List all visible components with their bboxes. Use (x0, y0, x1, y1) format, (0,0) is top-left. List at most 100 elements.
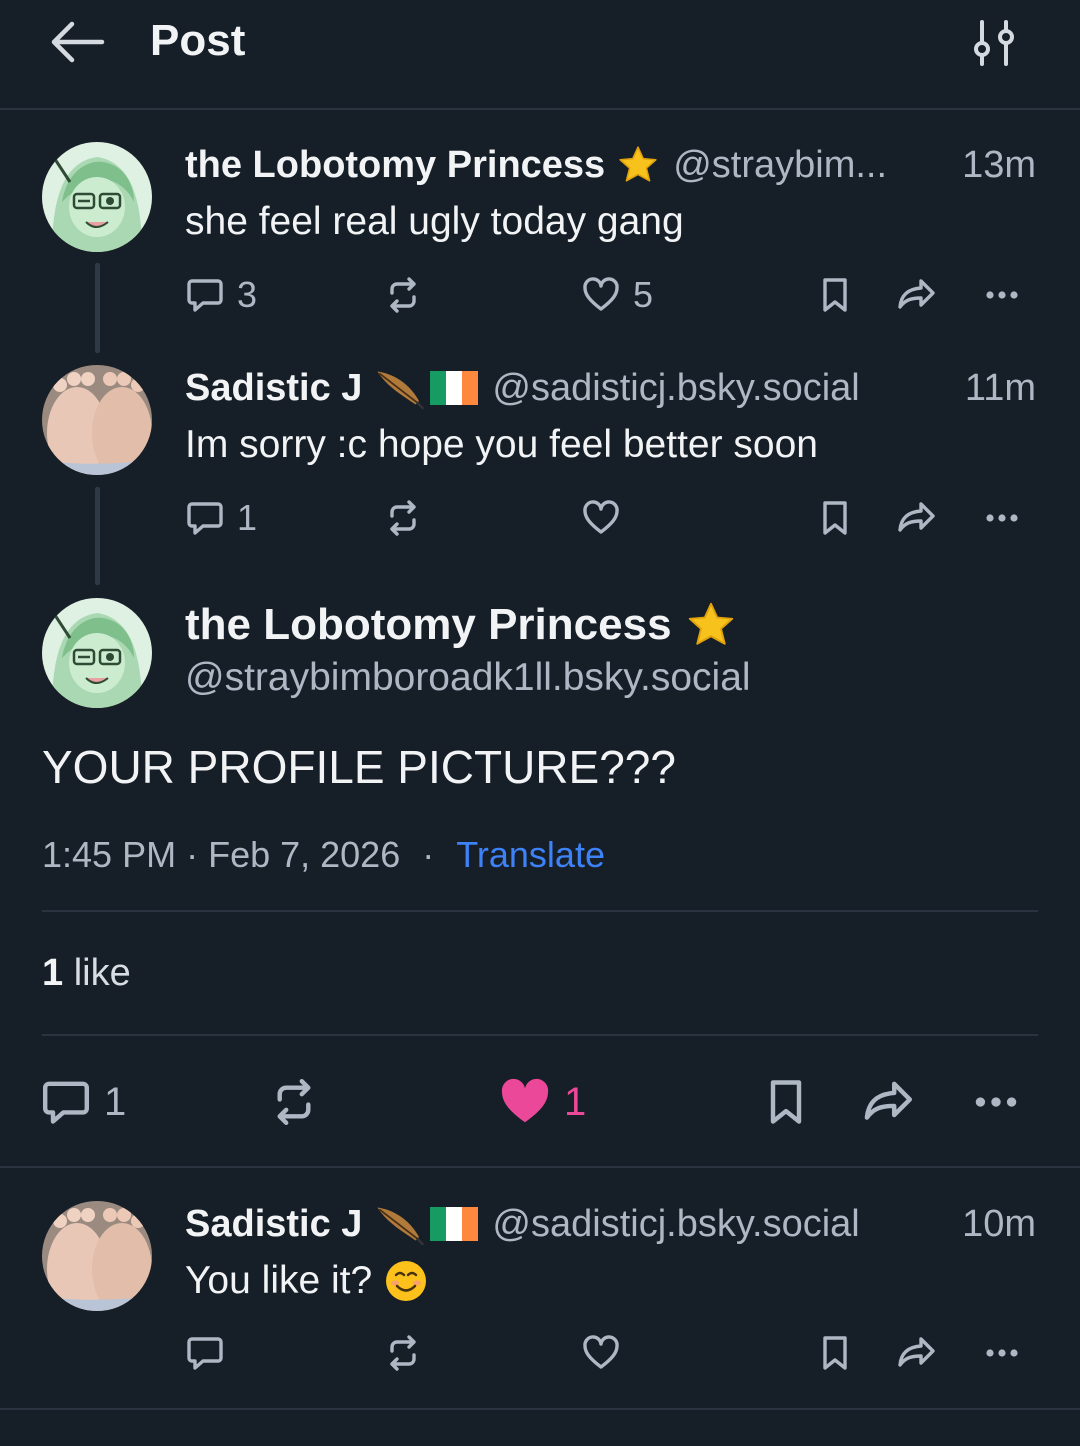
thread-line (95, 487, 100, 585)
more-icon (980, 498, 1024, 538)
like-total: 1 (42, 952, 64, 994)
bookmark-icon (815, 498, 855, 538)
bookmark-icon (815, 275, 855, 315)
reply-icon (40, 1076, 92, 1128)
bookmark-icon (760, 1076, 812, 1128)
author-name-row: the Lobotomy Princess (185, 600, 736, 650)
author-name[interactable]: the Lobotomy Princess (185, 144, 605, 187)
repost-icon (383, 275, 423, 315)
post-header: Sadistic J @sadisticj.bsky.social 11m (185, 363, 1036, 413)
heart-icon (581, 1333, 621, 1373)
sliders-icon (968, 18, 1020, 68)
reply-button[interactable]: 1 (185, 493, 257, 543)
post-text: YOUR PROFILE PICTURE??? (42, 741, 676, 793)
post-text: she feel real ugly today gang (185, 200, 684, 243)
author-handle[interactable]: @straybimboroadk1ll.bsky.social (185, 656, 751, 700)
more-icon (980, 1333, 1024, 1373)
author-name[interactable]: Sadistic J (185, 367, 362, 410)
translate-link[interactable]: Translate (456, 834, 605, 876)
repost-button[interactable] (268, 1072, 320, 1132)
more-button[interactable] (980, 270, 1024, 320)
more-button[interactable] (980, 493, 1024, 543)
like-button[interactable]: 1 (498, 1072, 586, 1132)
post-time: 13m (962, 143, 1036, 186)
more-button[interactable] (980, 1328, 1024, 1378)
post-actions: 1 (185, 493, 1040, 543)
feather-emoji-icon (374, 366, 426, 410)
like-button[interactable] (581, 493, 621, 543)
post-time: 1:45 PM (42, 834, 177, 875)
top-bar: Post (0, 0, 1080, 110)
share-icon (895, 498, 939, 538)
post-text-row: You like it? (185, 1259, 428, 1303)
reply-icon (185, 275, 225, 315)
avatar[interactable] (42, 142, 152, 252)
share-icon (860, 1076, 918, 1128)
reply-count: 1 (104, 1079, 127, 1124)
arrow-left-icon (51, 21, 105, 63)
avatar[interactable] (42, 598, 152, 708)
badge-emojis (374, 1202, 478, 1246)
author-name[interactable]: the Lobotomy Princess (185, 600, 672, 650)
more-button[interactable] (968, 1072, 1024, 1132)
like-count: 1 (564, 1079, 587, 1124)
smiling-face-emoji-icon (384, 1259, 428, 1303)
reply-count: 3 (237, 274, 258, 315)
reply-icon (185, 498, 225, 538)
post-time: 10m (962, 1202, 1036, 1245)
reply-button[interactable]: 1 (40, 1072, 126, 1132)
bookmark-button[interactable] (815, 1328, 855, 1378)
post-time: 11m (964, 366, 1036, 409)
reply-count: 1 (237, 497, 258, 538)
like-button[interactable]: 5 (581, 270, 653, 320)
reply-icon (185, 1333, 225, 1373)
avatar[interactable] (42, 365, 152, 475)
repost-button[interactable] (383, 493, 423, 543)
post-meta: 1:45 PM · Feb 7, 2026 · Translate (42, 834, 605, 876)
bookmark-button[interactable] (815, 493, 855, 543)
like-count: 5 (633, 274, 654, 315)
share-button[interactable] (860, 1072, 918, 1132)
bookmark-button[interactable] (760, 1072, 812, 1132)
heart-icon (581, 275, 621, 315)
divider (42, 910, 1038, 912)
avatar[interactable] (42, 1201, 152, 1311)
more-icon (968, 1076, 1024, 1128)
back-button[interactable] (48, 20, 106, 64)
heart-icon (581, 498, 621, 538)
share-button[interactable] (895, 493, 939, 543)
author-handle[interactable]: @straybim... (673, 144, 942, 187)
repost-button[interactable] (383, 270, 423, 320)
like-button[interactable] (581, 1328, 621, 1378)
post-text: Im sorry :c hope you feel better soon (185, 423, 818, 466)
badge-emojis (374, 366, 478, 410)
share-icon (895, 275, 939, 315)
bookmark-button[interactable] (815, 270, 855, 320)
likes-summary[interactable]: 1 like (42, 952, 131, 995)
reply-button[interactable] (185, 1328, 225, 1378)
author-handle[interactable]: @sadisticj.bsky.social (492, 1203, 942, 1246)
meta-separator: · (422, 834, 435, 875)
like-word: like (73, 952, 131, 994)
post-header: Sadistic J @sadisticj.bsky.social 10m (185, 1199, 1036, 1249)
post-text: You like it? (185, 1259, 373, 1302)
reply-button[interactable]: 3 (185, 270, 257, 320)
share-button[interactable] (895, 1328, 939, 1378)
more-icon (980, 275, 1024, 315)
repost-icon (268, 1076, 320, 1128)
star-emoji-icon (617, 144, 659, 186)
star-emoji-icon (686, 600, 736, 650)
share-button[interactable] (895, 270, 939, 320)
divider (42, 1034, 1038, 1036)
author-name[interactable]: Sadistic J (185, 1203, 362, 1246)
share-icon (895, 1333, 939, 1373)
post-actions: 3 5 (185, 270, 1040, 320)
meta-separator: · (186, 834, 199, 875)
irish-flag-emoji-icon (430, 1207, 478, 1241)
page-title: Post (150, 16, 246, 65)
repost-button[interactable] (383, 1328, 423, 1378)
divider (0, 1408, 1080, 1410)
author-handle[interactable]: @sadisticj.bsky.social (492, 367, 944, 410)
bookmark-icon (815, 1333, 855, 1373)
thread-settings-button[interactable] (968, 18, 1020, 68)
